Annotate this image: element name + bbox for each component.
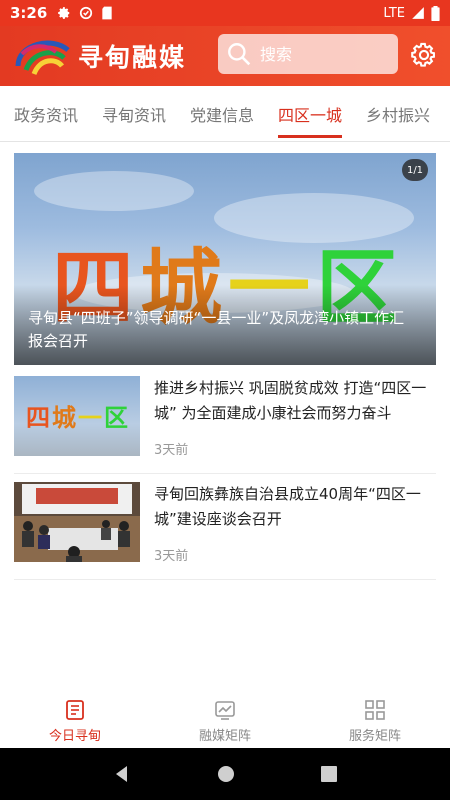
news-feed: 四 城 一 区 寻甸县“四班子”领导调研“一县一业”及凤龙湾小镇工作汇报会召开 … (14, 153, 436, 580)
nav-media-matrix[interactable]: 融媒矩阵 (150, 694, 300, 748)
status-time: 3:26 (10, 4, 48, 22)
nav-today-xundian[interactable]: 今日寻甸 (0, 694, 150, 748)
settings-gear-icon[interactable] (410, 41, 438, 69)
search-input[interactable] (260, 44, 370, 64)
active-tab-indicator (278, 135, 343, 138)
logo-swirl-icon (15, 40, 70, 76)
tab-xundian-news[interactable]: 寻甸资讯 (102, 86, 166, 142)
news-icon (66, 700, 84, 720)
back-icon[interactable] (112, 764, 132, 784)
tab-four-districts[interactable]: 四区一城 (278, 86, 343, 142)
news-item[interactable]: 四 城 一 区 推进乡村振兴 巩固脱贫成效 打造“四区一城” 为全面建成小康社会… (14, 368, 436, 474)
gear-status-icon (58, 7, 70, 19)
nav-label: 今日寻甸 (48, 729, 101, 744)
matrix-icon (215, 701, 235, 720)
meeting-photo (14, 482, 140, 562)
bottom-nav: 今日寻甸 融媒矩阵 服务矩阵 (0, 694, 450, 748)
app-title: 寻甸融媒 (78, 43, 187, 72)
news-item[interactable]: 寻甸回族彝族自治县成立40周年“四区一城”建设座谈会召开 3天前 (14, 474, 436, 580)
hero-caption: 寻甸县“四班子”领导调研“一县一业”及凤龙湾小镇工作汇报会召开 (28, 309, 405, 350)
battery-icon (431, 5, 440, 21)
recents-icon[interactable] (320, 765, 338, 783)
nav-label: 融媒矩阵 (198, 729, 251, 744)
tab-rural-revitalization[interactable]: 乡村振兴 (366, 86, 430, 142)
network-label: LTE (383, 5, 405, 21)
app-header: 寻甸融媒 (0, 26, 450, 86)
search-icon (228, 43, 251, 66)
banner-page-counter: 1/1 (402, 159, 428, 181)
search-box[interactable] (218, 34, 398, 74)
news-thumbnail: 四 城 一 区 (14, 376, 140, 456)
grid-icon (365, 700, 385, 720)
sync-status-icon (80, 6, 93, 20)
home-icon[interactable] (216, 764, 236, 784)
nav-label: 服务矩阵 (348, 729, 401, 744)
news-title: 推进乡村振兴 巩固脱贫成效 打造“四区一城” 为全面建成小康社会而努力奋斗 (154, 379, 427, 422)
hero-banner[interactable]: 四 城 一 区 寻甸县“四班子”领导调研“一县一业”及凤龙湾小镇工作汇报会召开 … (14, 153, 436, 365)
tab-gov-news[interactable]: 政务资讯 (14, 86, 78, 142)
tab-party-info[interactable]: 党建信息 (190, 86, 254, 142)
news-thumbnail (14, 482, 140, 562)
status-bar: 3:26 LTE (0, 0, 450, 26)
news-time: 3天前 (154, 443, 189, 458)
app-logo: 寻甸融媒 (12, 36, 186, 76)
nav-service-matrix[interactable]: 服务矩阵 (300, 694, 450, 748)
signal-icon (412, 7, 424, 19)
category-tabs: 政务资讯 寻甸资讯 党建信息 四区一城 乡村振兴 (0, 86, 450, 142)
sdcard-status-icon (102, 6, 112, 20)
news-time: 3天前 (154, 549, 189, 564)
system-nav-bar (0, 748, 450, 800)
news-title: 寻甸回族彝族自治县成立40周年“四区一城”建设座谈会召开 (154, 485, 421, 528)
